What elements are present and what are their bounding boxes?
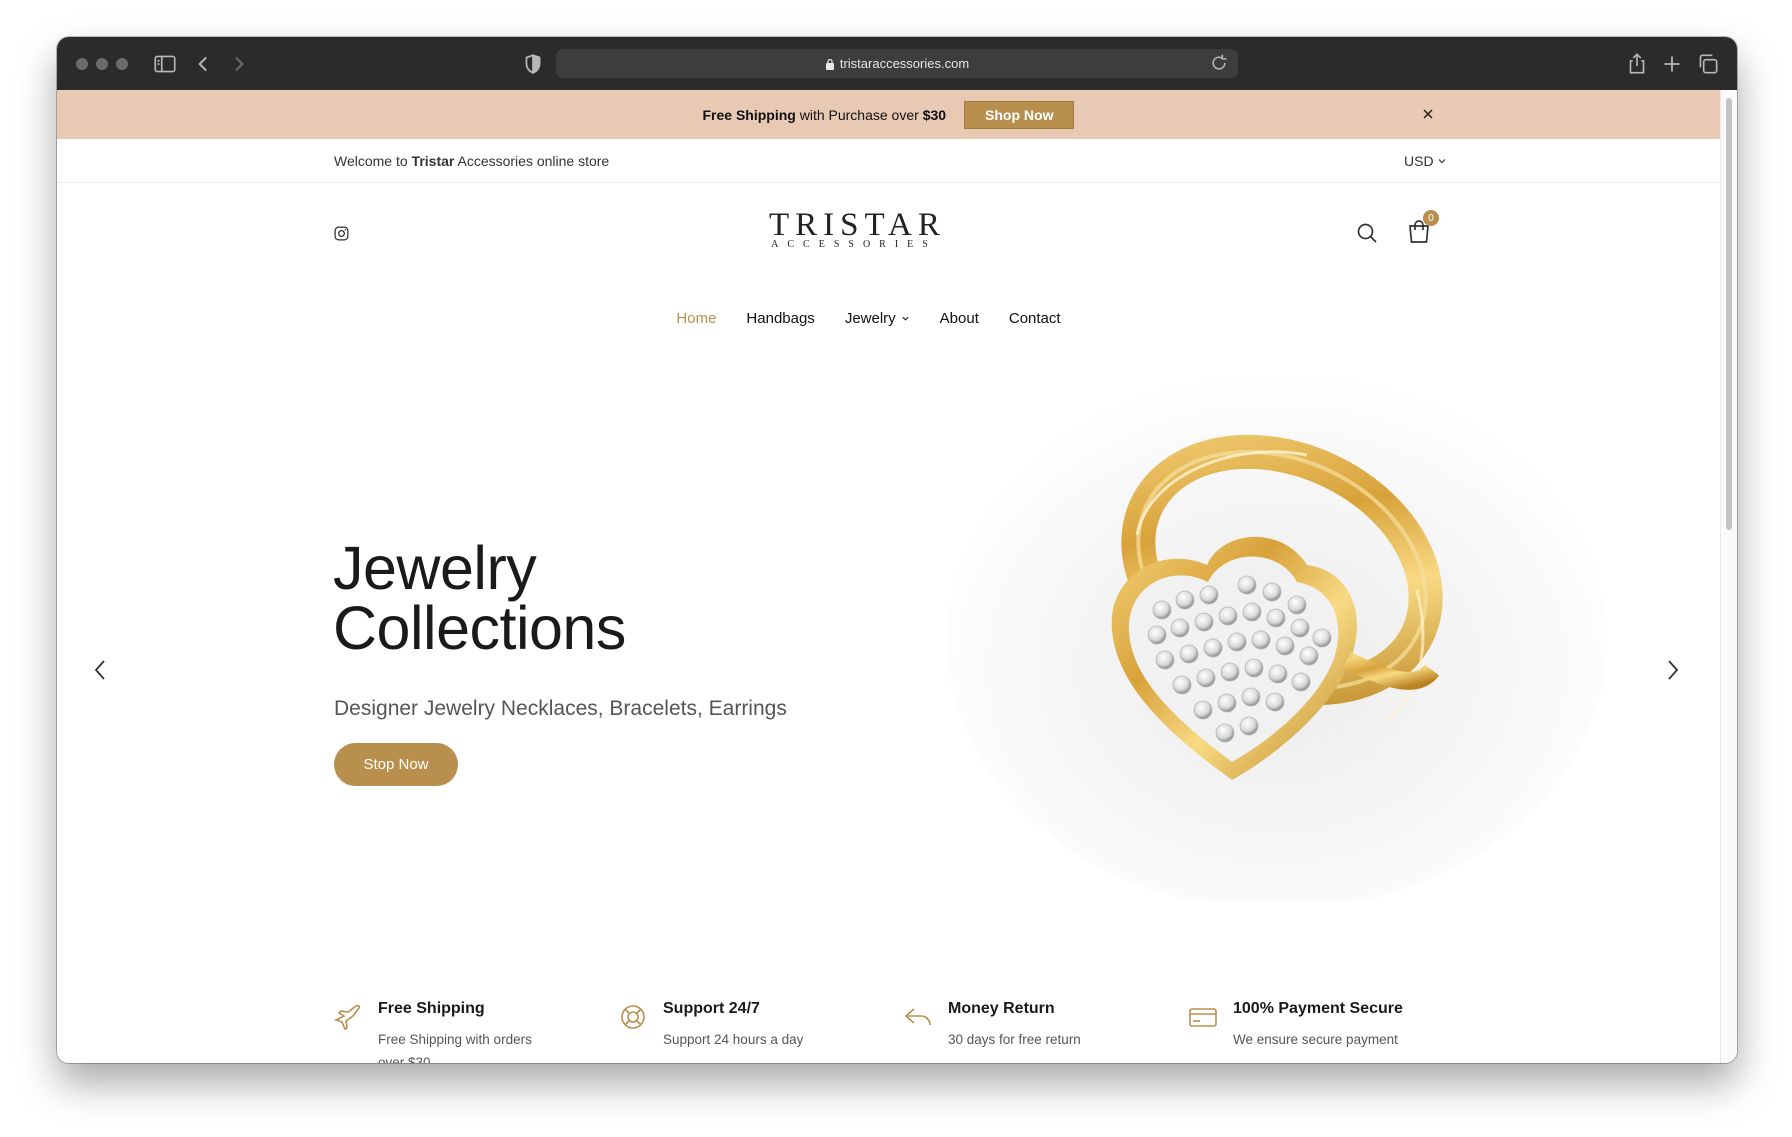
hero-title-line2: Collections xyxy=(333,594,626,662)
promo-bold: Free Shipping xyxy=(702,106,796,123)
close-window-button[interactable] xyxy=(76,58,88,70)
hero-title: Jewelry Collections xyxy=(333,538,833,659)
nav-label: About xyxy=(939,310,979,327)
minimize-window-button[interactable] xyxy=(96,58,108,70)
promo-text: Free Shipping with Purchase over $30 xyxy=(703,107,947,123)
chevron-down-icon xyxy=(1438,159,1445,164)
welcome-prefix: Welcome to xyxy=(334,153,412,169)
airplane-icon xyxy=(333,1004,361,1031)
logo-main-text: TRISTAR xyxy=(769,207,946,243)
zoom-window-button[interactable] xyxy=(116,58,128,70)
feature-description: We ensure secure payment xyxy=(1233,1032,1398,1047)
lock-icon xyxy=(825,58,834,70)
reload-icon[interactable] xyxy=(1209,53,1229,73)
lifebuoy-icon xyxy=(621,1005,645,1029)
slider-next-icon[interactable] xyxy=(1658,656,1686,684)
search-icon[interactable] xyxy=(1355,221,1379,245)
nav-item-about[interactable]: About xyxy=(940,310,979,327)
promo-shop-now-button[interactable]: Shop Now xyxy=(964,100,1075,129)
privacy-shield-icon[interactable] xyxy=(520,51,546,77)
page-scrollbar[interactable] xyxy=(1720,90,1737,1063)
instagram-icon[interactable] xyxy=(333,225,350,242)
currency-label: USD xyxy=(1404,153,1434,169)
new-tab-icon[interactable] xyxy=(1659,51,1685,77)
chevron-down-icon xyxy=(902,316,909,321)
feature-title: Support 24/7 xyxy=(663,1000,760,1017)
return-arrow-icon xyxy=(904,1008,931,1026)
welcome-message: Welcome to Tristar Accessories online st… xyxy=(334,153,609,169)
slider-prev-icon[interactable] xyxy=(87,656,115,684)
scrollbar-thumb[interactable] xyxy=(1726,98,1732,530)
tab-overview-icon[interactable] xyxy=(1695,51,1721,77)
promo-amount: $30 xyxy=(922,106,947,123)
nav-label: Jewelry xyxy=(844,310,896,327)
browser-window: tristaraccessories.com Free Shipping wit… xyxy=(57,37,1737,1063)
logo-sub-text: ACCESSORIES xyxy=(771,239,937,250)
nav-item-jewelry[interactable]: Jewelry xyxy=(845,310,910,327)
feature-description: 30 days for free return xyxy=(948,1032,1081,1047)
credit-card-icon xyxy=(1189,1008,1217,1027)
hero-ring-image xyxy=(947,370,1607,900)
browser-toolbar: tristaraccessories.com xyxy=(57,37,1737,90)
page-viewport: Free Shipping with Purchase over $30 Sho… xyxy=(57,90,1720,1063)
forward-arrow-icon[interactable] xyxy=(225,51,251,77)
feature-description: Free Shipping with orders over $30 xyxy=(378,1032,532,1063)
sidebar-toggle-icon[interactable] xyxy=(152,51,178,77)
url-text: tristaraccessories.com xyxy=(839,56,970,71)
cart-count-badge: 0 xyxy=(1423,210,1439,226)
hero-subtitle: Designer Jewelry Necklaces, Bracelets, E… xyxy=(334,697,787,720)
nav-label: Contact xyxy=(1008,310,1061,327)
feature-title: Free Shipping xyxy=(378,1000,485,1017)
share-icon[interactable] xyxy=(1624,51,1650,77)
back-arrow-icon[interactable] xyxy=(191,51,217,77)
site-logo[interactable]: TRISTAR ACCESSORIES xyxy=(769,207,946,258)
nav-item-handbags[interactable]: Handbags xyxy=(746,310,814,327)
promo-mid: with Purchase over xyxy=(795,106,923,123)
nav-label: Handbags xyxy=(746,310,815,327)
hero-cta-button[interactable]: Stop Now xyxy=(334,743,458,786)
currency-selector[interactable]: USD xyxy=(1404,153,1447,169)
feature-title: 100% Payment Secure xyxy=(1233,1000,1403,1017)
main-navigation: Home Handbags Jewelry About Contact xyxy=(57,310,1720,327)
nav-item-home[interactable]: Home xyxy=(676,310,716,327)
promo-bar: Free Shipping with Purchase over $30 Sho… xyxy=(57,90,1720,139)
feature-description: Support 24 hours a day xyxy=(663,1032,804,1047)
features-row: Free Shipping Free Shipping with orders … xyxy=(333,1000,1463,1063)
top-info-bar: Welcome to Tristar Accessories online st… xyxy=(57,139,1720,183)
welcome-suffix: Accessories online store xyxy=(454,153,610,169)
close-icon[interactable] xyxy=(1420,106,1436,122)
address-bar[interactable]: tristaraccessories.com xyxy=(556,49,1238,78)
hero-title-line1: Jewelry xyxy=(333,534,537,602)
store-name: Tristar xyxy=(411,153,455,169)
nav-label: Home xyxy=(676,310,717,327)
feature-title: Money Return xyxy=(948,1000,1055,1017)
nav-item-contact[interactable]: Contact xyxy=(1009,310,1061,327)
